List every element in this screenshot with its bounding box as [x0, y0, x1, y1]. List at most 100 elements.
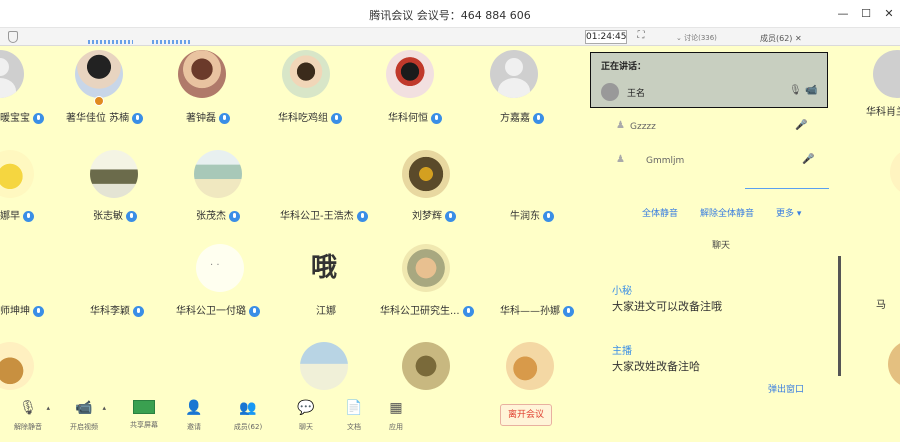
minimize-button[interactable]: — — [834, 5, 852, 23]
chat-title: 聊天 — [712, 241, 731, 251]
mic-icon — [249, 305, 260, 317]
avatar[interactable] — [0, 342, 34, 390]
chat-sender: 小秘 — [612, 286, 632, 297]
mic-off-icon: 🎙 — [19, 400, 37, 416]
chat-button[interactable]: 💬 聊天 — [284, 400, 328, 432]
mic-icon — [33, 112, 44, 124]
share-screen-button[interactable]: 共享屏幕 — [122, 400, 166, 430]
avatar — [601, 83, 619, 101]
avatar[interactable] — [490, 50, 538, 98]
participant-name: 华科公卫一付璐 — [176, 302, 260, 317]
mic-icon[interactable]: 🎤 — [795, 120, 807, 131]
title-bar: 腾讯会议 会议号：464 884 606 — ☐ ✕ — [0, 0, 900, 28]
avatar[interactable] — [282, 50, 330, 98]
avatar[interactable] — [75, 50, 123, 98]
speaking-box: 正在讲话： 王名 🎙 📹 — [590, 52, 828, 108]
close-button[interactable]: ✕ — [880, 5, 898, 23]
participant-name: 著华佳位 苏楠 — [66, 109, 144, 124]
avatar[interactable] — [0, 50, 24, 98]
invite-button[interactable]: 👤 邀请 — [172, 400, 216, 432]
mic-icon — [356, 210, 368, 222]
avatar[interactable] — [178, 50, 226, 98]
avatar[interactable] — [300, 342, 348, 390]
chevron-up-icon[interactable]: ▴ — [46, 404, 50, 412]
participant-name: 马 — [876, 300, 886, 311]
host-badge-icon — [94, 96, 104, 106]
user-icon: ♟ — [616, 154, 625, 165]
participant-name: 牛润东 — [510, 207, 554, 222]
discussion-tab[interactable]: ⌄ 讨论(336) — [676, 33, 717, 43]
start-video-button[interactable]: 📹 ▴ 开启视频 — [62, 400, 106, 432]
avatar[interactable] — [888, 340, 900, 388]
avatar[interactable] — [506, 342, 554, 390]
mic-icon[interactable]: 🎙 — [789, 85, 802, 96]
speaker-name: 王名 — [627, 89, 646, 99]
participant-name: 著钟磊 — [186, 109, 230, 124]
chat-sender: 主播 — [612, 346, 632, 357]
participant-name: 张志敏 — [93, 207, 137, 222]
participant-name: 暖宝宝 — [0, 109, 44, 124]
avatar[interactable] — [402, 342, 450, 390]
expand-icon[interactable]: ⛶ — [633, 30, 649, 44]
participant-grid: 暖宝宝 著华佳位 苏楠 著钟磊 华科吃鸡组 华科何恒 方嘉嘉 娜早 张志敏 张茂… — [0, 46, 590, 396]
participant-name: 华科——孙娜 — [500, 302, 574, 317]
participant-name: 华科公卫研究生... — [380, 302, 474, 317]
unmute-button[interactable]: 🎙 ▴ 解除静音 — [6, 400, 50, 432]
shield-icon[interactable] — [8, 31, 18, 43]
participant-name: 师坤坤 — [0, 302, 44, 317]
member-row[interactable]: Gmmljm — [646, 156, 684, 166]
invite-icon: 👤 — [185, 400, 203, 416]
members-button[interactable]: 👥 成员(62) — [226, 400, 270, 432]
document-button[interactable]: 📄 文档 — [332, 400, 376, 432]
more-dropdown[interactable]: 更多 ▾ — [776, 206, 801, 219]
participant-name: 张茂杰 — [196, 207, 240, 222]
avatar[interactable] — [194, 150, 242, 198]
avatar[interactable]: 哦 — [300, 244, 348, 292]
avatar[interactable] — [873, 50, 900, 98]
window-title: 腾讯会议 会议号：464 884 606 — [369, 9, 531, 22]
leave-meeting-button[interactable]: 离开会议 — [500, 404, 552, 426]
scrollbar[interactable] — [838, 256, 841, 376]
maximize-button[interactable]: ☐ — [857, 5, 875, 23]
mic-icon — [132, 112, 144, 124]
popout-chat-link[interactable]: 弹出窗口 — [768, 382, 804, 395]
speaking-title: 正在讲话： — [601, 62, 647, 72]
mic-icon — [133, 305, 144, 317]
participant-name: 华科吃鸡组 — [278, 109, 342, 124]
mic-icon[interactable]: 🎤 — [802, 154, 814, 165]
avatar[interactable] — [386, 50, 434, 98]
mute-all-button[interactable]: 全体静音 — [642, 206, 678, 219]
members-header[interactable]: 成员(62) ✕ — [760, 33, 802, 44]
camera-icon: 📹 — [75, 400, 93, 416]
share-screen-icon — [133, 400, 155, 414]
user-icon: ♟ — [616, 120, 625, 131]
mic-icon — [563, 305, 574, 317]
apps-button[interactable]: ▦ 应用 — [374, 400, 418, 432]
participant-name: 华科何恒 — [388, 109, 442, 124]
avatar[interactable] — [196, 244, 244, 292]
participant-name: 华科李颖 — [90, 302, 144, 317]
mic-icon — [229, 210, 240, 222]
network-indicator — [88, 40, 133, 44]
avatar[interactable] — [402, 244, 450, 292]
mic-icon — [126, 210, 137, 222]
chevron-up-icon[interactable]: ▴ — [102, 404, 106, 412]
avatar[interactable] — [90, 150, 138, 198]
mic-icon — [533, 112, 544, 124]
chat-message: 大家进文可以改备注哦 — [612, 300, 722, 313]
participant-name: 刘梦辉 — [412, 207, 456, 222]
avatar[interactable] — [0, 150, 34, 198]
participant-name: 华科公卫-王浩杰 — [280, 207, 368, 222]
avatar[interactable] — [890, 148, 900, 196]
divider — [745, 188, 829, 189]
participant-name: 方嘉嘉 — [500, 109, 544, 124]
mic-icon — [462, 305, 474, 317]
avatar[interactable] — [402, 150, 450, 198]
participant-name: 华科肖兰 — [866, 107, 900, 118]
network-indicator-secondary — [152, 40, 192, 44]
member-row[interactable]: Gzzzz — [630, 122, 656, 132]
camera-icon[interactable]: 📹 — [805, 85, 817, 96]
mic-icon — [543, 210, 554, 222]
document-icon: 📄 — [345, 400, 363, 416]
unmute-all-button[interactable]: 解除全体静音 — [700, 206, 754, 219]
